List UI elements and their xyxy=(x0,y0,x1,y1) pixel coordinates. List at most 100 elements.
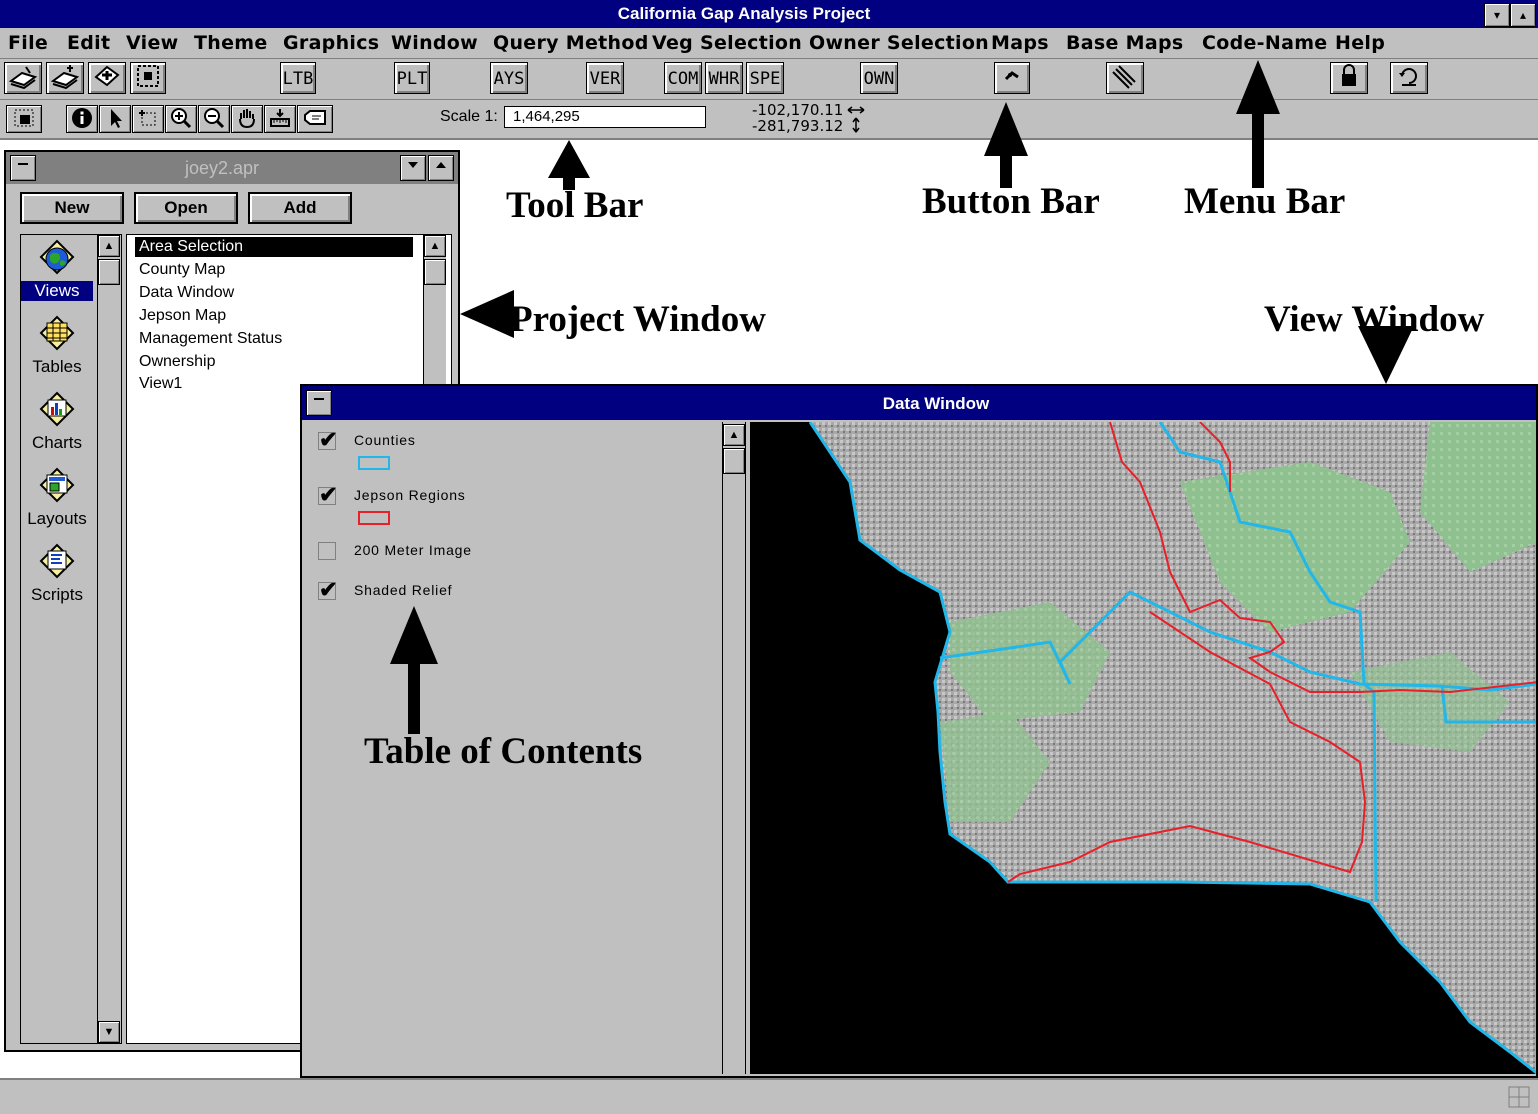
menu-edit[interactable]: Edit xyxy=(67,32,110,54)
save-project-button[interactable] xyxy=(4,62,42,94)
ver-button[interactable]: VER xyxy=(586,62,624,94)
toc-scrollbar[interactable]: ▲ xyxy=(722,422,746,1074)
map-canvas[interactable] xyxy=(750,421,1536,1075)
whr-button[interactable]: WHR xyxy=(705,62,743,94)
own-button[interactable]: OWN xyxy=(860,62,898,94)
com-button[interactable]: COM xyxy=(664,62,702,94)
menu-window[interactable]: Window xyxy=(391,32,478,54)
menu-query-method[interactable]: Query Method xyxy=(493,32,649,54)
doctype-views[interactable]: Views xyxy=(21,237,93,301)
app-title-bar: California Gap Analysis Project ▾ ▴ xyxy=(0,0,1538,28)
project-minimize-button[interactable] xyxy=(400,155,426,181)
ltb-button[interactable]: LTB xyxy=(280,62,316,94)
menu-graphics[interactable]: Graphics xyxy=(283,32,379,54)
menu-code-name[interactable]: Code-Name xyxy=(1202,32,1327,54)
pointer-select-tool[interactable] xyxy=(6,105,42,133)
ays-button[interactable]: AYS xyxy=(490,62,528,94)
lock-button[interactable] xyxy=(1330,62,1368,94)
spe-button[interactable]: SPE xyxy=(746,62,784,94)
doctype-scripts[interactable]: Scripts xyxy=(21,541,93,605)
layers-icon xyxy=(1112,65,1136,89)
theme-properties-button[interactable] xyxy=(88,62,126,94)
measure-tool[interactable] xyxy=(264,105,296,133)
menu-theme[interactable]: Theme xyxy=(194,32,268,54)
control-menu-icon xyxy=(18,163,28,165)
maximize-button[interactable]: ▴ xyxy=(1510,3,1536,27)
identify-tool[interactable] xyxy=(66,105,98,133)
theme-visibility-checkbox[interactable]: ✔ xyxy=(318,429,337,451)
refresh-button[interactable] xyxy=(1390,62,1428,94)
map-tool-icon xyxy=(1004,71,1019,81)
minimize-button[interactable]: ▾ xyxy=(1484,3,1510,27)
theme-visibility-checkbox[interactable]: ✔ xyxy=(318,484,337,506)
chevron-down-icon xyxy=(408,162,418,168)
toc-arrow-icon xyxy=(390,606,438,734)
view-control-menu-button[interactable] xyxy=(306,390,332,416)
theme-visibility-checkbox[interactable]: ✔ xyxy=(318,579,337,601)
theme-label: Counties xyxy=(354,432,416,448)
toc-theme-shaded-relief[interactable]: ✔ Shaded Relief xyxy=(318,579,698,612)
theme-properties-icon xyxy=(94,65,120,87)
list-item[interactable]: Jepson Map xyxy=(135,306,230,326)
view-title: Data Window xyxy=(882,394,990,413)
toc-theme-counties[interactable]: ✔ Counties xyxy=(318,429,698,470)
button-bar-arrow-icon xyxy=(984,102,1028,188)
button-bar: LTB PLT AYS VER COM WHR SPE OWN xyxy=(0,59,1538,100)
pointer-icon xyxy=(111,109,122,128)
pointer-tool[interactable] xyxy=(99,105,131,133)
menu-file[interactable]: File xyxy=(8,32,48,54)
plt-button[interactable]: PLT xyxy=(394,62,430,94)
new-button[interactable]: New xyxy=(20,192,124,224)
toc-theme-200-meter-image[interactable]: 200 Meter Image xyxy=(318,542,698,572)
menu-bar: File Edit View Theme Graphics Window Que… xyxy=(0,28,1538,59)
list-item[interactable]: View1 xyxy=(135,374,186,394)
scroll-up-button[interactable]: ▲ xyxy=(723,424,745,446)
scale-input[interactable]: 1,464,295 xyxy=(504,106,706,128)
tables-label: Tables xyxy=(32,357,82,376)
list-item[interactable]: Management Status xyxy=(135,329,286,349)
theme-visibility-checkbox[interactable] xyxy=(318,542,336,560)
doctype-scrollbar[interactable]: ▲ ▼ xyxy=(97,235,120,1043)
open-button[interactable]: Open xyxy=(134,192,238,224)
resize-grip-icon[interactable] xyxy=(1508,1086,1530,1108)
toc-annotation: Table of Contents xyxy=(364,731,643,772)
map-tool-button[interactable] xyxy=(994,62,1030,94)
menu-base-maps[interactable]: Base Maps xyxy=(1066,32,1183,54)
zoom-in-tool[interactable] xyxy=(165,105,197,133)
add-theme-button[interactable] xyxy=(46,62,84,94)
list-item[interactable]: Data Window xyxy=(135,283,238,303)
scripts-icon xyxy=(39,543,75,579)
menu-view[interactable]: View xyxy=(126,32,179,54)
list-item[interactable]: Ownership xyxy=(135,352,219,372)
project-control-menu-button[interactable] xyxy=(10,155,36,181)
menu-bar-arrow-icon xyxy=(1236,60,1280,188)
scroll-down-button[interactable]: ▼ xyxy=(98,1021,120,1043)
menu-help[interactable]: Help xyxy=(1335,32,1385,54)
project-maximize-button[interactable] xyxy=(428,155,454,181)
y-coordinate-readout: -281,793.12 xyxy=(752,117,844,135)
doctype-layouts[interactable]: Layouts xyxy=(21,465,93,529)
pan-tool[interactable] xyxy=(231,105,263,133)
tables-icon xyxy=(39,315,75,351)
label-tool[interactable] xyxy=(297,105,333,133)
doctype-tables[interactable]: Tables xyxy=(21,313,93,377)
menu-maps[interactable]: Maps xyxy=(991,32,1049,54)
scroll-thumb[interactable] xyxy=(98,259,120,285)
scroll-thumb[interactable] xyxy=(424,259,446,285)
status-bar xyxy=(0,1078,1538,1114)
doctype-charts[interactable]: Charts xyxy=(21,389,93,453)
layouts-label: Layouts xyxy=(27,509,87,528)
scroll-thumb[interactable] xyxy=(723,448,745,474)
select-features-button[interactable] xyxy=(130,62,166,94)
zoom-out-tool[interactable] xyxy=(198,105,230,133)
layers-button[interactable] xyxy=(1106,62,1144,94)
menu-owner-selection[interactable]: Owner Selection xyxy=(809,32,989,54)
scroll-up-button[interactable]: ▲ xyxy=(98,235,120,257)
menu-veg-selection[interactable]: Veg Selection xyxy=(652,32,802,54)
add-button[interactable]: Add xyxy=(248,192,352,224)
scroll-up-button[interactable]: ▲ xyxy=(424,235,446,257)
vertex-edit-tool[interactable] xyxy=(132,105,164,133)
list-item[interactable]: Area Selection xyxy=(135,237,413,257)
list-item[interactable]: County Map xyxy=(135,260,229,280)
toc-theme-jepson-regions[interactable]: ✔ Jepson Regions xyxy=(318,484,698,525)
